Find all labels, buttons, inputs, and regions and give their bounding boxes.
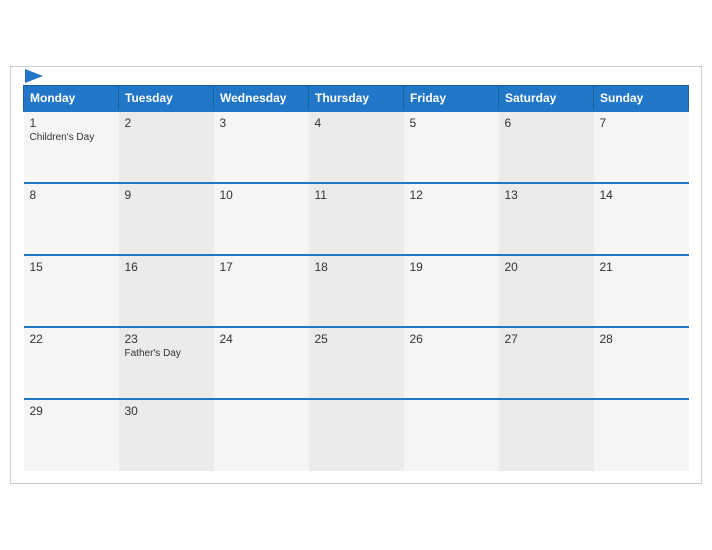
day-cell: 1 Children's Day: [24, 111, 119, 183]
day-number: 11: [315, 188, 398, 202]
day-cell: 15: [24, 255, 119, 327]
day-cell: [214, 399, 309, 471]
week-row: 22 23 Father's Day 24 25 26 27 28: [24, 327, 689, 399]
day-cell: 27: [499, 327, 594, 399]
week-row: 89 10 11 12 13 14: [24, 183, 689, 255]
day-cell: 21: [594, 255, 689, 327]
holiday-name: Father's Day: [125, 348, 208, 359]
day-number: 6: [505, 116, 588, 130]
week-row: 15 16 17 18 19 20 21: [24, 255, 689, 327]
day-cell: 18: [309, 255, 404, 327]
calendar-container: Monday Tuesday Wednesday Thursday Friday…: [10, 66, 702, 484]
day-number: 19: [410, 260, 493, 274]
col-saturday: Saturday: [499, 86, 594, 112]
day-number: 25: [315, 332, 398, 346]
day-cell: 20: [499, 255, 594, 327]
day-number: 14: [600, 188, 683, 202]
day-cell: 30: [119, 399, 214, 471]
day-cell: 19: [404, 255, 499, 327]
day-number: 7: [600, 116, 683, 130]
day-number: 27: [505, 332, 588, 346]
day-number: 8: [30, 188, 113, 202]
day-number: 9: [125, 188, 208, 202]
day-number: 29: [30, 404, 113, 418]
day-cell: 9: [119, 183, 214, 255]
day-cell: 11: [309, 183, 404, 255]
day-cell: 24: [214, 327, 309, 399]
day-cell: [309, 399, 404, 471]
day-number: 24: [220, 332, 303, 346]
day-cell: 3: [214, 111, 309, 183]
day-cell: 14: [594, 183, 689, 255]
day-cell: 10: [214, 183, 309, 255]
day-number: 17: [220, 260, 303, 274]
day-cell: 25: [309, 327, 404, 399]
day-cell: 23 Father's Day: [119, 327, 214, 399]
day-number: 16: [125, 260, 208, 274]
week-row: 29 30: [24, 399, 689, 471]
week-row: 1 Children's Day 234567: [24, 111, 689, 183]
day-cell: [499, 399, 594, 471]
brand-flag-icon: [25, 69, 43, 83]
col-friday: Friday: [404, 86, 499, 112]
day-number: 18: [315, 260, 398, 274]
day-cell: 13: [499, 183, 594, 255]
calendar-table: Monday Tuesday Wednesday Thursday Friday…: [23, 85, 689, 471]
day-number: 23: [125, 332, 208, 346]
day-number: 20: [505, 260, 588, 274]
day-number: 21: [600, 260, 683, 274]
day-cell: 28: [594, 327, 689, 399]
day-cell: 7: [594, 111, 689, 183]
col-sunday: Sunday: [594, 86, 689, 112]
col-wednesday: Wednesday: [214, 86, 309, 112]
day-number: 22: [30, 332, 113, 346]
day-number: 30: [125, 404, 208, 418]
day-number: 15: [30, 260, 113, 274]
day-cell: 22: [24, 327, 119, 399]
day-number: 5: [410, 116, 493, 130]
day-cell: 12: [404, 183, 499, 255]
day-cell: 16: [119, 255, 214, 327]
day-cell: [404, 399, 499, 471]
day-number: 26: [410, 332, 493, 346]
day-number: 28: [600, 332, 683, 346]
day-number: 10: [220, 188, 303, 202]
col-monday: Monday: [24, 86, 119, 112]
col-tuesday: Tuesday: [119, 86, 214, 112]
header-row: Monday Tuesday Wednesday Thursday Friday…: [24, 86, 689, 112]
calendar-body: 1Children's Day2345678910111213141516171…: [24, 111, 689, 471]
day-cell: 2: [119, 111, 214, 183]
day-number: 4: [315, 116, 398, 130]
col-thursday: Thursday: [309, 86, 404, 112]
day-cell: [594, 399, 689, 471]
holiday-name: Children's Day: [30, 132, 113, 143]
day-cell: 29: [24, 399, 119, 471]
day-cell: 5: [404, 111, 499, 183]
day-number: 12: [410, 188, 493, 202]
day-cell: 6: [499, 111, 594, 183]
day-cell: 8: [24, 183, 119, 255]
day-cell: 4: [309, 111, 404, 183]
day-cell: 17: [214, 255, 309, 327]
brand-logo: [23, 69, 43, 86]
day-cell: 26: [404, 327, 499, 399]
day-number: 3: [220, 116, 303, 130]
day-number: 1: [30, 116, 113, 130]
day-number: 13: [505, 188, 588, 202]
day-number: 2: [125, 116, 208, 130]
